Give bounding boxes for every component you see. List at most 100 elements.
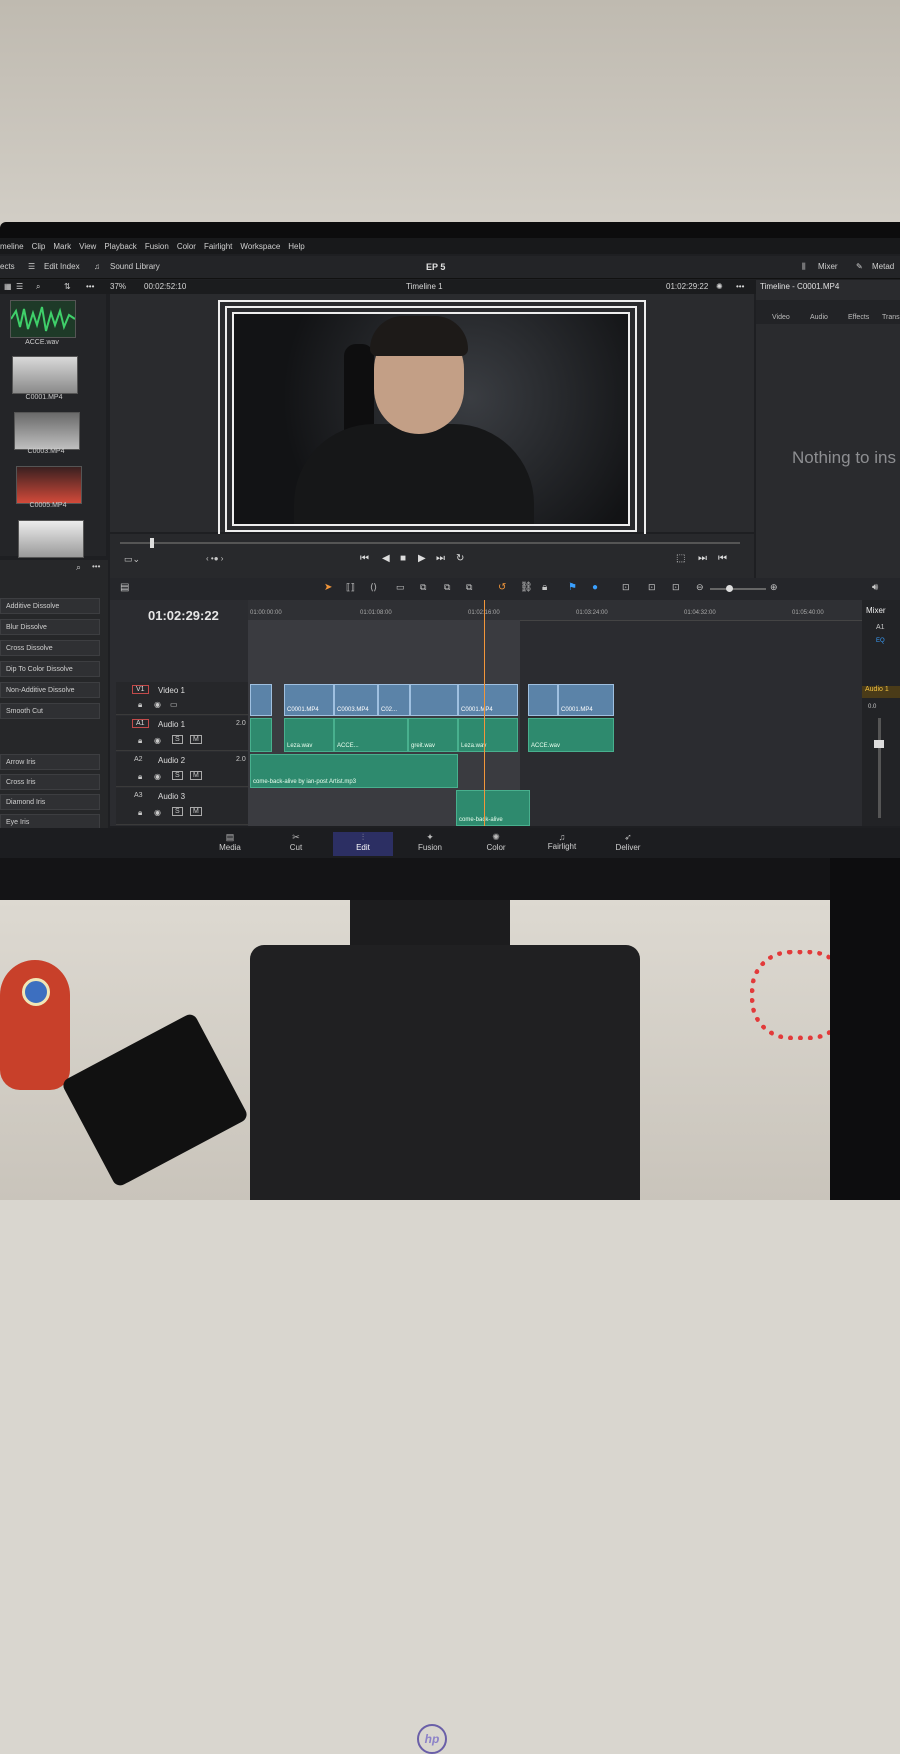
volume-icon[interactable]: 🔊︎	[872, 582, 878, 593]
auto-select-icon[interactable]: ◉	[154, 772, 161, 781]
track-id[interactable]: A3	[134, 792, 143, 799]
layout-icon[interactable]: ▤	[120, 582, 129, 593]
viewer-options-icon[interactable]: •••	[736, 282, 744, 291]
mute-button[interactable]: M	[190, 771, 202, 780]
effect-blur-dissolve[interactable]: Blur Dissolve	[0, 619, 100, 635]
sound-library-button[interactable]: Sound Library	[110, 262, 160, 271]
play-reverse-icon[interactable]: ◀	[382, 553, 390, 564]
last-frame-icon[interactable]: ⏮	[718, 553, 727, 564]
media-thumb-c0003[interactable]	[14, 412, 80, 450]
zoom-out-icon[interactable]: ⊖	[696, 582, 704, 593]
zoom-slider[interactable]	[710, 588, 766, 590]
more-icon[interactable]: •••	[92, 562, 100, 571]
timeline-selector[interactable]: Timeline 1	[406, 282, 443, 291]
video-clip[interactable]	[410, 684, 458, 716]
replace-clip-icon[interactable]: ⧉	[466, 582, 472, 593]
audio-clip[interactable]: ACCE...	[334, 718, 408, 752]
trim-tool-icon[interactable]: ⟦⟧	[346, 582, 355, 593]
solo-button[interactable]: S	[172, 807, 183, 816]
page-edit[interactable]: ⫶ Edit	[333, 832, 393, 856]
scrubber-bar[interactable]	[120, 542, 740, 544]
snapping-icon[interactable]: ↺	[498, 582, 506, 593]
menu-item-color[interactable]: Color	[177, 242, 196, 251]
auto-select-icon[interactable]: ◉	[154, 700, 161, 709]
page-cut[interactable]: ✂ Cut	[266, 832, 326, 852]
mixer-button[interactable]: Mixer	[818, 262, 838, 271]
go-to-start-icon[interactable]: ⏮	[360, 553, 369, 564]
zoom-detail-icon[interactable]: ⊡	[648, 582, 656, 593]
search-icon[interactable]: ⌕	[76, 562, 81, 573]
zoom-full-icon[interactable]: ⊡	[622, 582, 630, 593]
lock-icon[interactable]: 🔒︎	[138, 772, 142, 782]
audio-clip[interactable]: Leza.wav	[284, 718, 334, 752]
tab-transition[interactable]: Trans	[882, 314, 900, 321]
list-icon[interactable]: ☰	[28, 262, 35, 271]
menu-item-clip[interactable]: Clip	[32, 242, 46, 251]
sort-icon[interactable]: ⇅	[64, 282, 71, 291]
video-clip[interactable]: C0003.MP4	[334, 684, 378, 716]
menu-item-fusion[interactable]: Fusion	[145, 242, 169, 251]
mixer-icon[interactable]: ⫼	[802, 262, 806, 272]
page-fusion[interactable]: ✦ Fusion	[400, 832, 460, 852]
media-thumb-next[interactable]	[18, 520, 84, 558]
solo-button[interactable]: S	[172, 771, 183, 780]
menu-item-fairlight[interactable]: Fairlight	[204, 242, 232, 251]
tab-effects[interactable]: Effects	[848, 314, 869, 321]
next-frame-icon[interactable]: ⏭	[698, 553, 707, 564]
overwrite-clip-icon[interactable]: ⧉	[444, 582, 450, 593]
lock-icon[interactable]: 🔒︎	[138, 808, 142, 818]
tab-video[interactable]: Video	[772, 314, 790, 321]
audio-clip[interactable]: ACCE.wav	[528, 718, 614, 752]
fader-handle[interactable]	[874, 740, 884, 748]
timeline-ruler[interactable]: 01:00:00:00 01:01:08:00 01:02:16:00 01:0…	[248, 600, 862, 621]
list-view-icon[interactable]: ☰	[16, 282, 23, 291]
zoom-in-icon[interactable]: ⊕	[770, 582, 778, 593]
lock-icon[interactable]: 🔒︎	[138, 736, 142, 746]
menu-item-timeline[interactable]: meline	[0, 242, 24, 251]
audio-clip[interactable]	[250, 718, 272, 752]
auto-select-icon[interactable]: ◉	[154, 808, 161, 817]
audio-clip[interactable]: come-back-alive	[456, 790, 530, 826]
page-deliver[interactable]: ➶ Deliver	[598, 832, 658, 852]
video-clip[interactable]: C0001.MP4	[458, 684, 518, 716]
audio-clip[interactable]: greit.wav	[408, 718, 458, 752]
media-thumb-c0005[interactable]	[16, 466, 82, 504]
scrubber-handle[interactable]	[150, 538, 154, 548]
lock-icon[interactable]: 🔒︎	[542, 582, 547, 593]
selection-tool-icon[interactable]: ➤	[324, 582, 332, 593]
media-thumb-acce[interactable]	[10, 300, 76, 338]
grid-view-icon[interactable]: ▦	[4, 282, 12, 291]
menu-item-view[interactable]: View	[79, 242, 96, 251]
metadata-button[interactable]: Metad	[872, 262, 894, 271]
mute-button[interactable]: M	[190, 735, 202, 744]
page-media[interactable]: ▤ Media	[200, 832, 260, 852]
playhead[interactable]	[484, 600, 485, 826]
track-id[interactable]: V1	[132, 685, 149, 694]
dynamic-trim-icon[interactable]: ⟨⟩	[370, 582, 377, 593]
loop-icon[interactable]: ↻	[456, 553, 464, 564]
effects-tab[interactable]: ects	[0, 262, 15, 271]
insert-clip-icon[interactable]: ⧉	[420, 582, 426, 593]
track-id[interactable]: A1	[132, 719, 149, 728]
zoom-slider-handle[interactable]	[726, 585, 733, 592]
video-clip[interactable]: C02...	[378, 684, 410, 716]
sound-library-icon[interactable]: ♫	[94, 262, 100, 271]
menu-item-mark[interactable]: Mark	[53, 242, 71, 251]
video-clip[interactable]: C0001.MP4	[558, 684, 614, 716]
metadata-icon[interactable]: ✎	[856, 262, 863, 271]
effect-dip-to-color[interactable]: Dip To Color Dissolve	[0, 661, 100, 677]
flag-icon[interactable]: ⚑	[568, 582, 577, 593]
media-thumb-c0001[interactable]	[12, 356, 78, 394]
effect-non-additive-dissolve[interactable]: Non-Additive Dissolve	[0, 682, 100, 698]
jog-icon[interactable]: ‹ •● ›	[206, 554, 223, 563]
search-icon[interactable]: ⌕	[36, 282, 40, 292]
effect-cross-iris[interactable]: Cross Iris	[0, 774, 100, 790]
blade-tool-icon[interactable]: ▭	[396, 582, 405, 593]
marker-icon[interactable]: ●	[592, 582, 598, 593]
menu-item-help[interactable]: Help	[288, 242, 304, 251]
color-picker-icon[interactable]: ✺	[716, 282, 723, 291]
go-to-end-icon[interactable]: ⏭	[436, 553, 445, 564]
effect-smooth-cut[interactable]: Smooth Cut	[0, 703, 100, 719]
effect-cross-dissolve[interactable]: Cross Dissolve	[0, 640, 100, 656]
link-icon[interactable]: ⛓	[520, 582, 533, 593]
